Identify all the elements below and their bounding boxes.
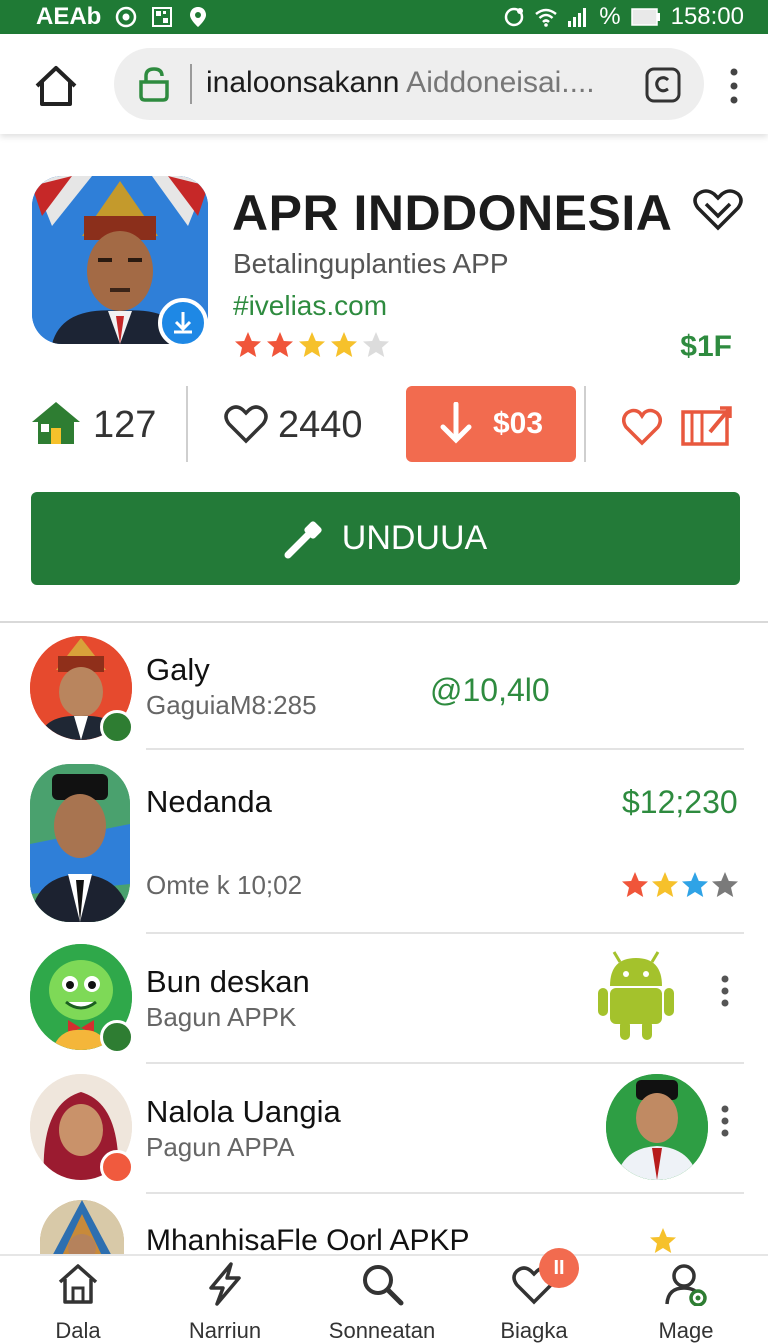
wifi-icon (535, 8, 558, 27)
location-icon (190, 7, 207, 27)
heart-icon[interactable] (224, 404, 268, 444)
kebab-menu-icon[interactable] (718, 1104, 732, 1138)
row-divider (146, 1062, 744, 1064)
list-item-name: MhanhisaFle Oorl APKP (146, 1224, 470, 1257)
star-icon (235, 332, 261, 357)
nav-label: Biagka (500, 1318, 568, 1343)
upload-badge-icon (100, 1020, 134, 1054)
upload-badge-icon (100, 710, 134, 744)
nav-item-sonneatan[interactable]: Sonneatan (322, 1262, 442, 1344)
list-item-value: $12;230 (622, 784, 738, 820)
row-divider (146, 932, 744, 934)
notification-badge: II (539, 1248, 579, 1288)
divider (186, 386, 188, 462)
star-icon (331, 332, 357, 357)
star-empty-icon (712, 872, 738, 897)
clock: 158:00 (670, 3, 744, 30)
home-count: 127 (93, 404, 157, 446)
profile-icon (665, 1264, 707, 1306)
nav-label: Sonneatan (328, 1318, 436, 1343)
search-icon (363, 1265, 404, 1306)
buy-download-button[interactable]: $03 (406, 386, 576, 462)
avatar (30, 764, 130, 922)
download-arrow-icon (440, 402, 472, 444)
tabs-icon[interactable] (644, 66, 682, 104)
star-icon (682, 872, 708, 897)
row-divider (146, 1192, 744, 1194)
wrench-icon (284, 520, 322, 558)
nav-item-dala[interactable]: Dala (18, 1262, 138, 1344)
star-icon (299, 332, 325, 357)
list-item-rating (620, 870, 740, 900)
list-item-sub: Pagun APPA (146, 1132, 295, 1162)
battery-icon (630, 8, 660, 26)
nav-label: Dala (55, 1318, 101, 1343)
list-item-name: Nalola Uangia (146, 1094, 341, 1129)
nav-item-biagka[interactable]: II Biagka (474, 1248, 594, 1344)
download-button[interactable]: UNDUUA (31, 492, 740, 585)
star-empty-icon (363, 332, 389, 357)
address-bar[interactable]: inaloonsakann Aiddoneisai.... (114, 48, 704, 120)
kebab-menu-icon[interactable] (722, 66, 746, 106)
lock-icon (139, 67, 169, 102)
favorite-icon[interactable] (622, 408, 662, 446)
url-host: inaloonsakann (206, 66, 400, 99)
download-badge-icon (158, 298, 208, 348)
browser-toolbar: inaloonsakann Aiddoneisai.... (0, 34, 768, 134)
avatar-secondary (606, 1074, 708, 1180)
signal-icon (568, 8, 587, 27)
nav-item-mage[interactable]: Mage (626, 1262, 746, 1344)
likes-count: 2440 (278, 404, 363, 446)
list-item-sub: GaguiaM8:285 (146, 690, 317, 720)
list-item-name: Bun deskan (146, 964, 310, 999)
house-icon (32, 402, 80, 444)
battery-percent: % (599, 3, 621, 30)
download-button-label: UNDUUA (341, 519, 488, 557)
url-separator (190, 64, 192, 104)
qr-icon (152, 7, 173, 27)
heart-outline-icon[interactable] (692, 186, 744, 232)
url-text[interactable]: inaloonsakann Aiddoneisai.... (206, 66, 636, 100)
list-item-sub: Omte k 10;02 (146, 870, 303, 900)
home-button[interactable] (30, 60, 82, 112)
nav-item-narriun[interactable]: Narriun (165, 1262, 285, 1344)
share-icon[interactable] (680, 404, 734, 448)
row-divider (146, 748, 744, 750)
carrier-label: AEAb (36, 3, 102, 30)
list-item-name: Nedanda (146, 784, 272, 819)
list-item-sub: Bagun APPK (146, 1002, 297, 1032)
home-icon (35, 66, 77, 106)
lightning-icon (209, 1262, 241, 1306)
star-icon (622, 872, 648, 897)
sync-icon (505, 7, 524, 27)
nav-label: Narriun (188, 1318, 262, 1343)
section-divider (0, 621, 768, 623)
app-link[interactable]: #ivelias.com (233, 290, 387, 322)
star-icon (267, 332, 293, 357)
android-robot-icon (598, 951, 674, 1040)
home-outline-icon (58, 1264, 98, 1304)
kebab-menu-icon[interactable] (718, 974, 732, 1008)
app-title: APR INDDONESIA (232, 185, 673, 241)
star-icon (652, 872, 678, 897)
app-subtitle: Betalinguplanties APP (233, 248, 509, 279)
app-rating (233, 330, 391, 360)
nav-label: Mage (658, 1318, 714, 1343)
star-icon (650, 1228, 676, 1253)
url-rest: Aiddoneisai.... (399, 66, 595, 99)
target-icon (116, 6, 137, 28)
list-item-name: Galy (146, 652, 210, 687)
app-price: $1F (680, 330, 732, 363)
settings-badge-icon (100, 1150, 134, 1184)
download-price: $03 (492, 407, 544, 440)
bottom-navigation: Dala Narriun Sonneatan II Biagka Mage (0, 1248, 768, 1344)
avatar (40, 1200, 124, 1260)
divider (584, 386, 586, 462)
list-item-value: @10,4l0 (430, 672, 550, 708)
status-bar: AEAb % 158:00 (0, 0, 768, 34)
